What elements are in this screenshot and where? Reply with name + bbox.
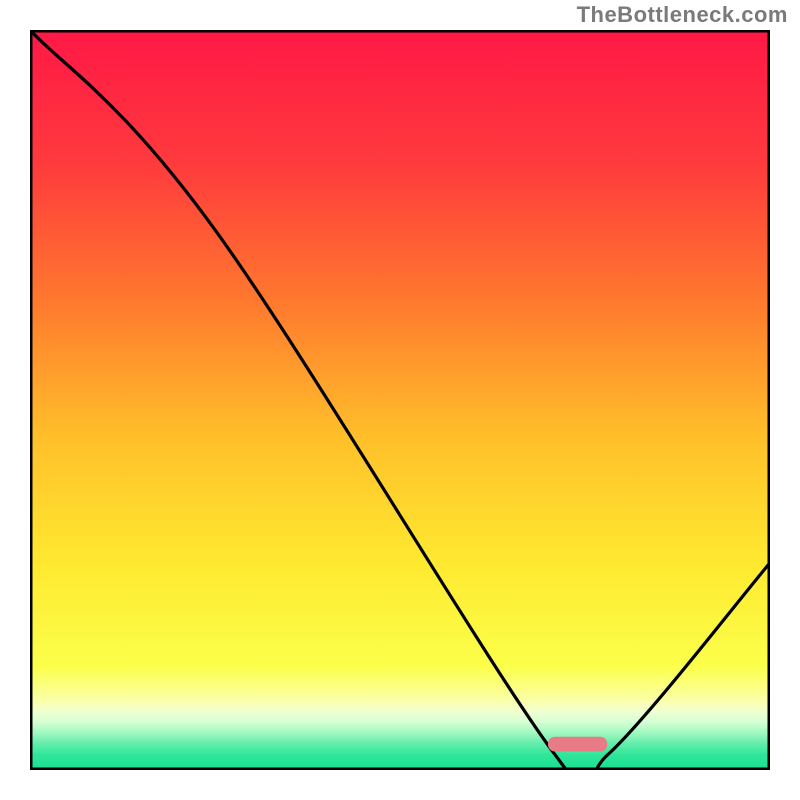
chart-container [30, 30, 770, 770]
watermark-label: TheBottleneck.com [577, 2, 788, 28]
chart-svg [30, 30, 770, 770]
gradient-background [30, 30, 770, 770]
optimum-marker [548, 737, 607, 752]
